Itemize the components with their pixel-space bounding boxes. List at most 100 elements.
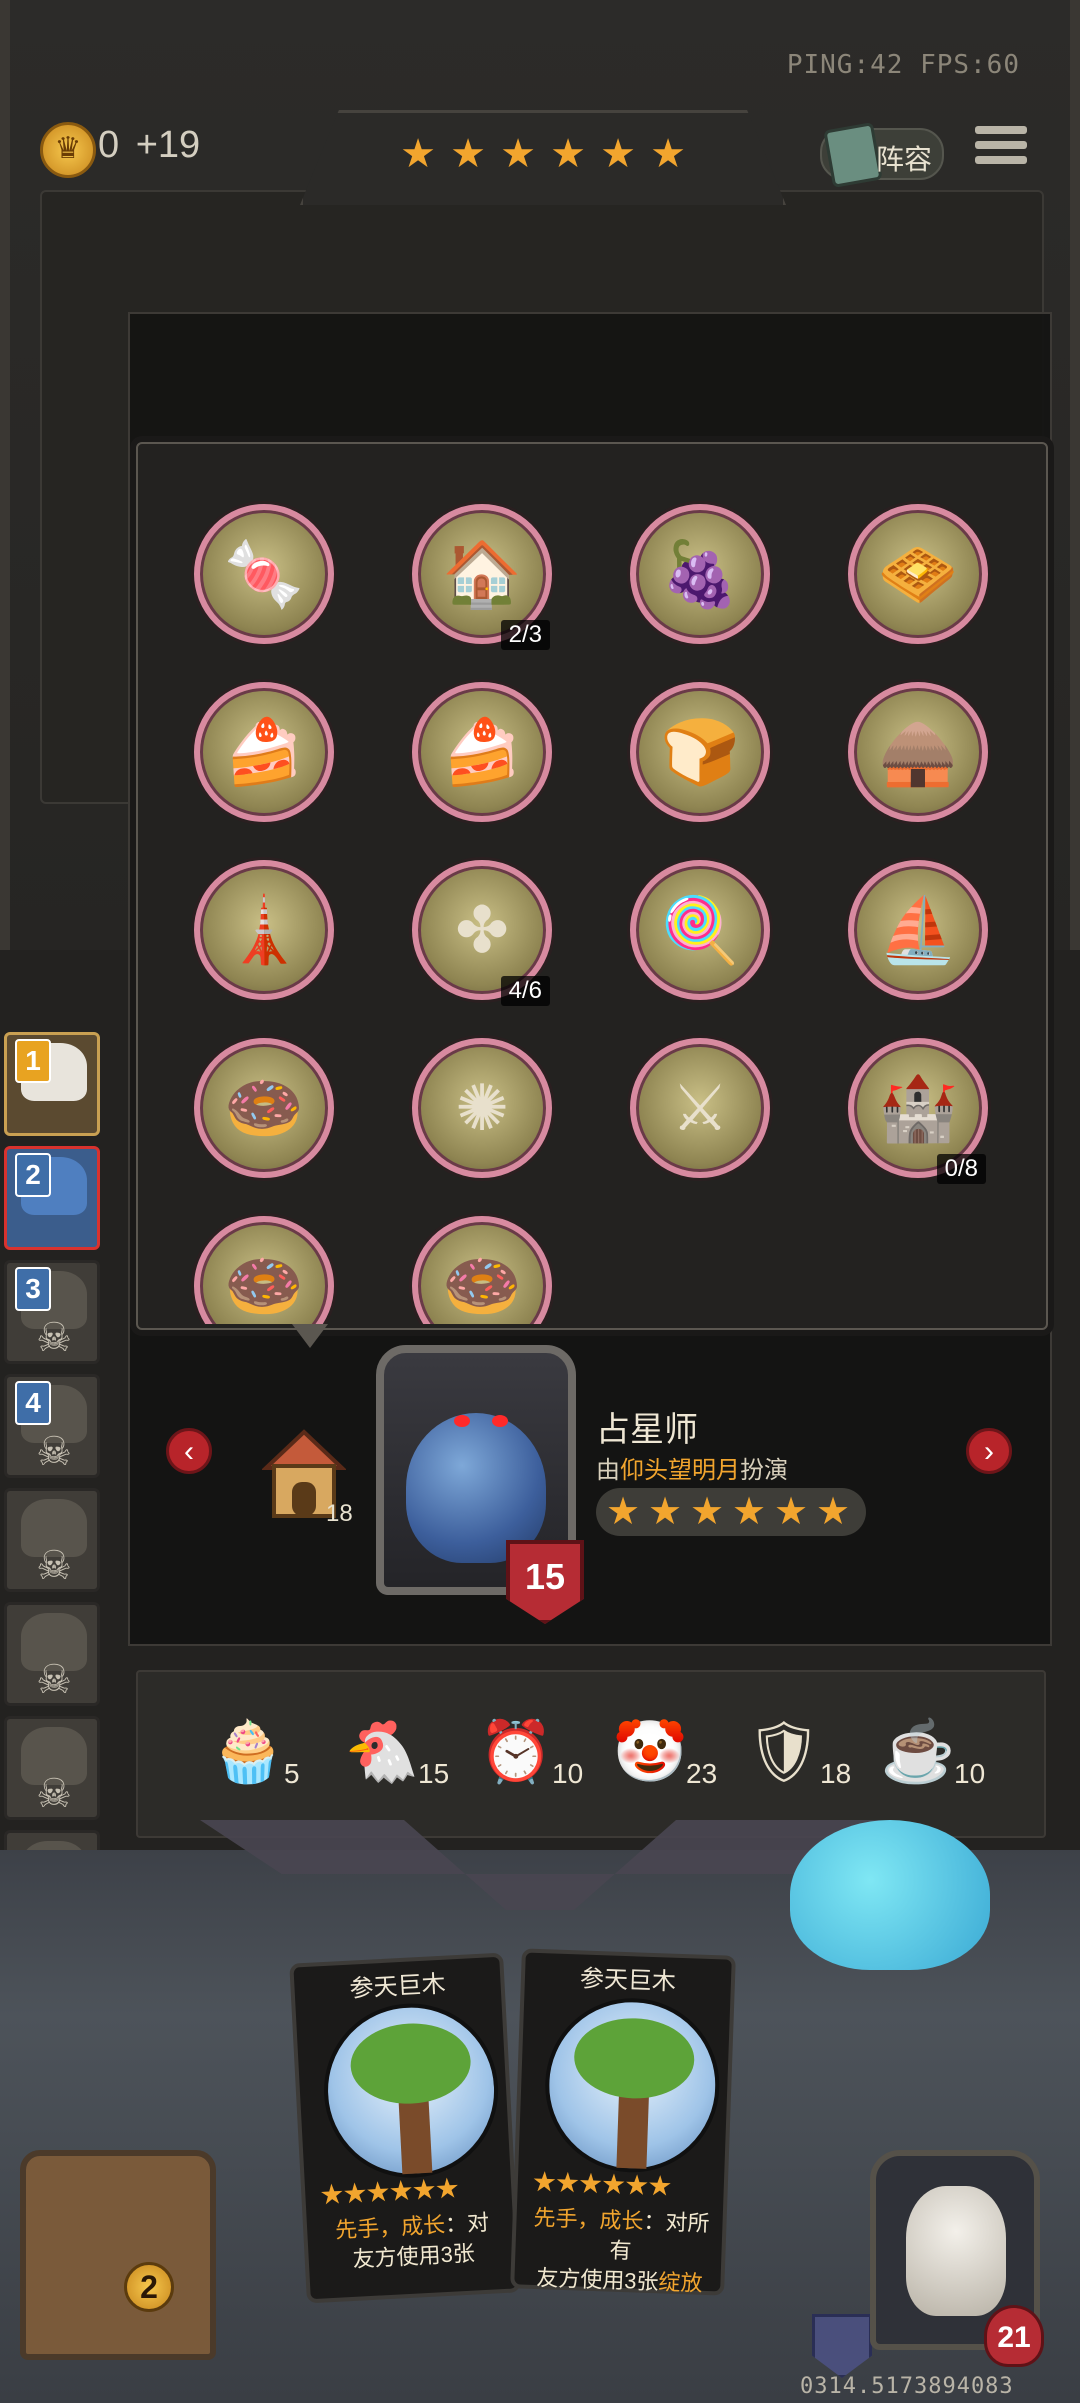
resource-value: 23 xyxy=(686,1758,718,1789)
star-icon: ★ xyxy=(500,132,536,176)
card-keyword: 先手，成长 xyxy=(533,2204,644,2234)
shop-level-badge: 2 xyxy=(124,2262,174,2312)
star-icon: ★ xyxy=(689,1491,725,1533)
player-slot[interactable]: ☠ xyxy=(4,1602,100,1706)
donut-cannon-icon[interactable]: 🍩 xyxy=(194,1038,334,1178)
star-icon: ★ xyxy=(650,132,686,176)
alarm-clock-icon: ⏰ xyxy=(478,1718,554,1785)
tree-crown xyxy=(348,2020,473,2107)
treasure-barn-icon[interactable]: 🛖 xyxy=(848,682,988,822)
ping-fps-readout: PING:42 FPS:60 xyxy=(786,50,1020,80)
sail-ship-icon[interactable]: ⛵ xyxy=(848,860,988,1000)
resource-item[interactable]: 🧁 5 xyxy=(208,1710,338,1810)
donut-cannon-icon[interactable]: 🍩 xyxy=(194,1216,334,1324)
player-rank: 1 xyxy=(15,1039,51,1083)
item-art: 🧇 xyxy=(878,538,958,610)
dessert-table-icon[interactable]: 🍰 xyxy=(194,682,334,822)
tree-art xyxy=(319,1999,503,2183)
clown-icon: 🤡 xyxy=(612,1718,688,1785)
item-progress: 0/8 xyxy=(936,1154,986,1184)
player-name: 仰头望明月 xyxy=(620,1457,740,1484)
by-suffix: 扮演 xyxy=(740,1457,788,1484)
gold-display: 0 +19 xyxy=(98,124,200,167)
item-art: ✺ xyxy=(455,1072,509,1144)
eye-mark xyxy=(454,1415,470,1427)
resource-item[interactable]: ⏰ 10 xyxy=(476,1710,606,1810)
shop-chest-icon[interactable] xyxy=(20,2150,216,2360)
star-icon: ★ xyxy=(600,132,636,176)
gold-income: +19 xyxy=(135,124,201,166)
golden-knight-icon[interactable]: ⚔ xyxy=(630,1038,770,1178)
resource-item[interactable]: 🤡 23 xyxy=(610,1710,740,1810)
hamburger-menu-icon[interactable] xyxy=(975,126,1027,178)
chevron-left-icon[interactable]: ‹ xyxy=(166,1428,212,1474)
chevron-right-icon[interactable]: › xyxy=(966,1428,1012,1474)
item-art: 🍰 xyxy=(224,716,304,788)
hand-card[interactable]: 参天巨木 ★★★★★★ 先手，成长：对 友方使用3张 xyxy=(289,1952,521,2304)
hero-stars: ★ ★ ★ ★ ★ ★ xyxy=(596,1488,866,1536)
card-text: ：对 xyxy=(444,2209,490,2238)
hero-level: 15 xyxy=(524,1556,566,1597)
skull-icon: ☠ xyxy=(36,1544,72,1588)
item-art: 🛖 xyxy=(878,716,958,788)
resource-value: 10 xyxy=(552,1758,584,1789)
donut-castle-icon[interactable]: 🏰 0/8 xyxy=(848,1038,988,1184)
tree-crown xyxy=(572,2016,696,2101)
donut-cannon-icon[interactable]: 🍩 xyxy=(412,1216,552,1324)
lineup-button[interactable]: 阵容 xyxy=(820,122,944,188)
pet-creature[interactable] xyxy=(790,1820,990,1970)
resource-value: 5 xyxy=(284,1758,300,1789)
card-title: 参天巨木 xyxy=(579,1965,677,1996)
player-slot[interactable]: ☠ 4 xyxy=(4,1374,100,1478)
crown-coin-icon: ♛ xyxy=(40,122,96,178)
card-stars: ★★★★★★ xyxy=(318,2172,459,2211)
card-keyword-2: 绽放 xyxy=(658,2269,703,2296)
star-icon: ★ xyxy=(605,1491,641,1533)
dessert-table-icon[interactable]: 🍰 xyxy=(412,682,552,822)
skull-icon: ☠ xyxy=(36,1316,72,1360)
by-prefix: 由 xyxy=(596,1457,620,1484)
item-progress: 2/3 xyxy=(500,620,550,650)
rank-stars: ★ ★ ★ ★ ★ ★ xyxy=(393,132,693,176)
player-hp-badge: 21 xyxy=(984,2305,1044,2367)
card-title: 参天巨木 xyxy=(348,1970,447,2003)
star-icon: ★ xyxy=(647,1491,683,1533)
card-keyword: 先手，成长 xyxy=(334,2212,446,2243)
house-count: 18 xyxy=(326,1500,353,1527)
player-slot[interactable]: ☠ 3 xyxy=(4,1260,100,1364)
lineup-label: 阵容 xyxy=(876,144,933,175)
resource-item[interactable]: 🐔 15 xyxy=(342,1710,472,1810)
grape-clinic-icon[interactable]: 🍇 xyxy=(630,504,770,644)
player-slot[interactable]: ☠ xyxy=(4,1488,100,1592)
card-stars: ★★★★★★ xyxy=(531,2165,671,2202)
item-art: 🍩 xyxy=(442,1250,522,1322)
star-icon: ★ xyxy=(731,1491,767,1533)
player-slot[interactable]: ☠ xyxy=(4,1716,100,1820)
item-art: 🗼 xyxy=(224,894,304,966)
hand-card[interactable]: 参天巨木 ★★★★★★ 先手，成长：对所有 友方使用3张绽放 xyxy=(510,1948,736,2296)
resource-value: 10 xyxy=(954,1758,986,1789)
item-art: 🍬 xyxy=(224,538,304,610)
book-icon xyxy=(823,122,883,188)
cupcake-icon: 🧁 xyxy=(210,1718,286,1785)
player-slot[interactable]: 1 xyxy=(4,1032,100,1136)
lighthouse-icon[interactable]: 🗼 xyxy=(194,860,334,1000)
resource-value: 15 xyxy=(418,1758,450,1789)
player-rank: 4 xyxy=(15,1381,51,1425)
jelly-splash-icon[interactable]: ✺ xyxy=(412,1038,552,1178)
resource-item[interactable]: 🛡 18 xyxy=(744,1710,874,1810)
resource-item[interactable]: ☕ 10 xyxy=(878,1710,1008,1810)
popup-pointer xyxy=(292,1324,328,1348)
candy-garden-icon[interactable]: 🍬 xyxy=(194,504,334,644)
striped-shield-icon: 🛡 xyxy=(745,1718,823,1785)
wafer-pinwheel-icon[interactable]: ✤ 4/6 xyxy=(412,860,552,1006)
item-art: 🍭 xyxy=(660,894,740,966)
player-rank: 2 xyxy=(15,1153,51,1197)
toy-bakery-icon[interactable]: 🏠 2/3 xyxy=(412,504,552,650)
player-slot[interactable]: 2 xyxy=(4,1146,100,1250)
card-description: 先手，成长：对所有 友方使用3张绽放 xyxy=(524,2203,717,2300)
item-art: ⚔ xyxy=(671,1072,729,1144)
candy-shop-icon[interactable]: 🍭 xyxy=(630,860,770,1000)
bread-oven-icon[interactable]: 🍞 xyxy=(630,682,770,822)
wafer-stack-icon[interactable]: 🧇 xyxy=(848,504,988,644)
